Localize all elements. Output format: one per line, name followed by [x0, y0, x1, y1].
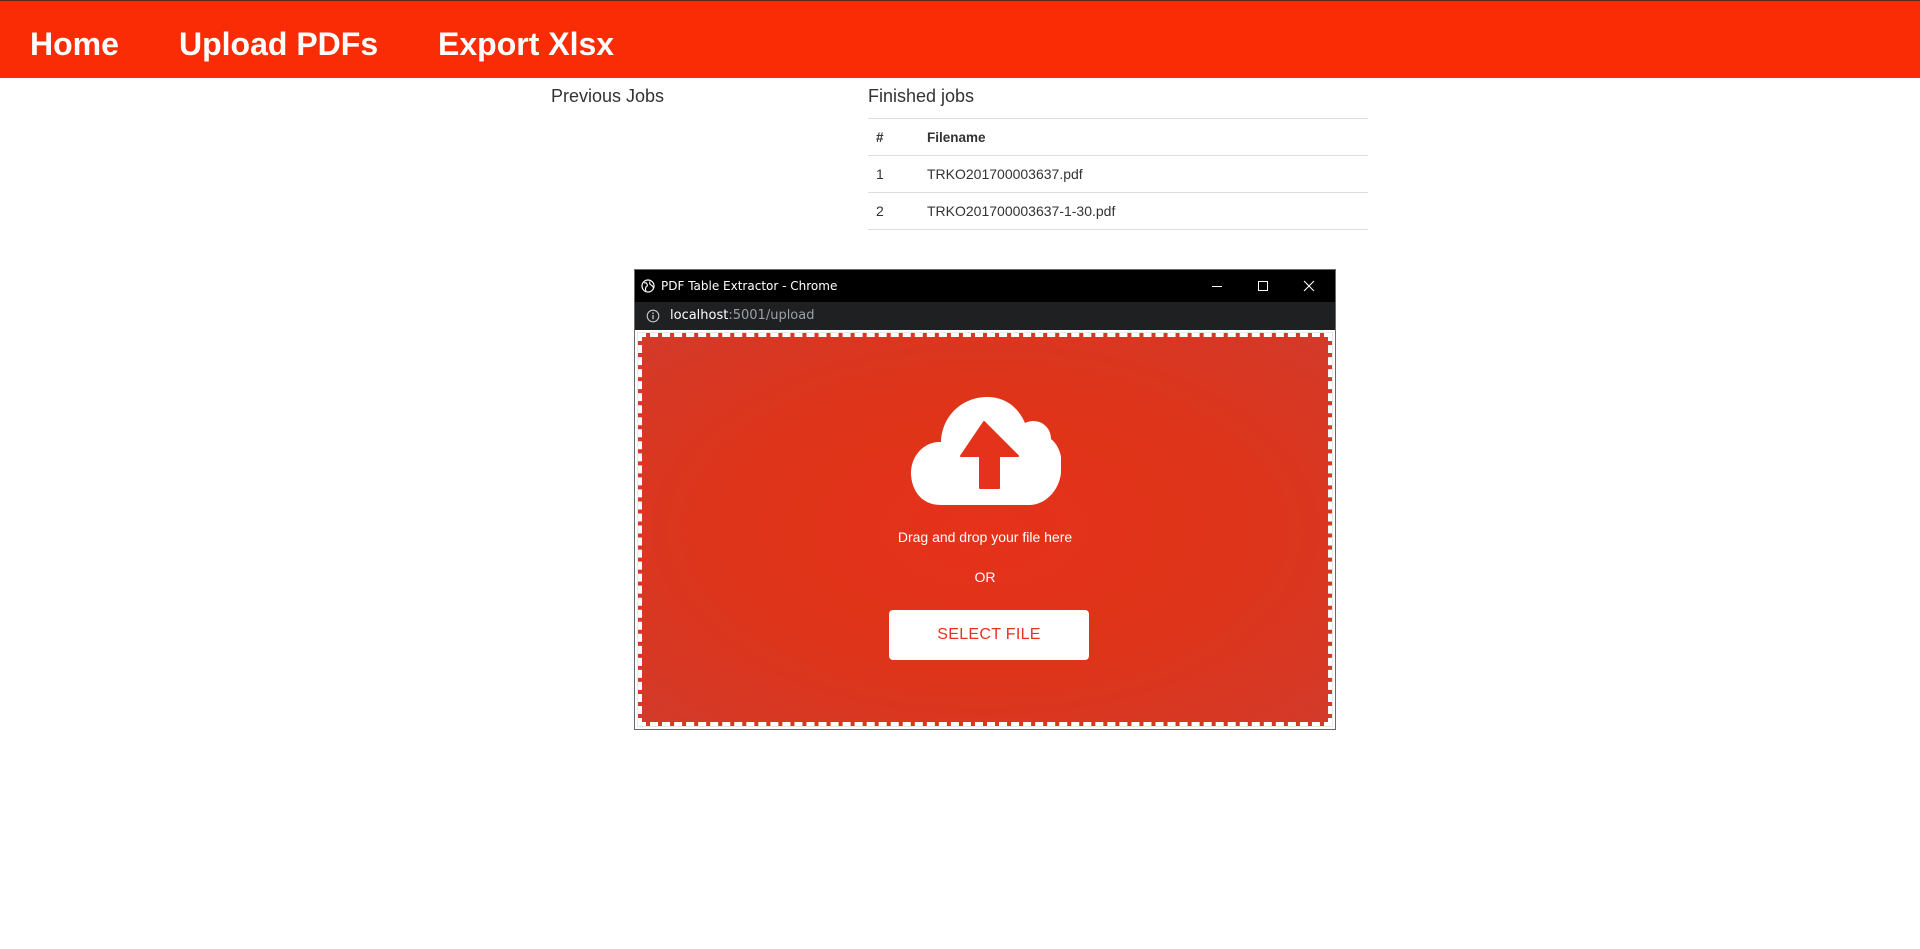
- file-dropzone[interactable]: Drag and drop your file here OR SELECT F…: [637, 332, 1333, 727]
- maximize-button[interactable]: [1240, 270, 1286, 302]
- select-file-button[interactable]: SELECT FILE: [889, 610, 1089, 660]
- url-text: localhost:5001/upload: [670, 308, 814, 323]
- finished-jobs-heading: Finished jobs: [868, 86, 975, 106]
- minimize-icon: [1212, 286, 1222, 287]
- nav-upload-pdfs-link[interactable]: Upload PDFs: [179, 25, 378, 63]
- cloud-upload-icon: [911, 395, 1062, 512]
- finished-jobs-table: # Filename 1 TRKO201700003637.pdf 2 TRKO…: [868, 118, 1368, 230]
- table-row: 1 TRKO201700003637.pdf: [868, 155, 1368, 193]
- maximize-icon: [1258, 281, 1268, 291]
- table-header-row: # Filename: [868, 118, 1368, 156]
- row-number: 2: [868, 192, 919, 230]
- row-filename: TRKO201700003637-1-30.pdf: [919, 192, 1368, 230]
- column-header-number: #: [868, 118, 919, 156]
- dropzone-instruction: Drag and drop your file here: [897, 529, 1073, 545]
- nav-home-link[interactable]: Home: [30, 25, 119, 63]
- nav-export-xlsx-link[interactable]: Export Xlsx: [438, 25, 614, 63]
- close-icon: [1303, 280, 1315, 292]
- row-filename: TRKO201700003637.pdf: [919, 155, 1368, 193]
- window-titlebar[interactable]: PDF Table Extractor - Chrome: [635, 270, 1335, 302]
- navbar: Home Upload PDFs Export Xlsx: [0, 1, 1920, 78]
- chrome-app-window: PDF Table Extractor - Chrome localhost:5…: [634, 269, 1336, 730]
- globe-icon: [641, 279, 655, 296]
- dropzone-or-label: OR: [974, 569, 996, 585]
- window-title: PDF Table Extractor - Chrome: [661, 279, 838, 293]
- row-number: 1: [868, 155, 919, 193]
- close-button[interactable]: [1286, 270, 1332, 302]
- info-icon[interactable]: [646, 309, 660, 327]
- table-row: 2 TRKO201700003637-1-30.pdf: [868, 192, 1368, 230]
- url-path: :5001/upload: [728, 308, 815, 323]
- url-host: localhost: [670, 308, 729, 323]
- address-bar[interactable]: localhost:5001/upload: [635, 302, 1335, 330]
- previous-jobs-heading: Previous Jobs: [551, 86, 665, 106]
- column-header-filename: Filename: [919, 118, 1368, 156]
- minimize-button[interactable]: [1194, 270, 1240, 302]
